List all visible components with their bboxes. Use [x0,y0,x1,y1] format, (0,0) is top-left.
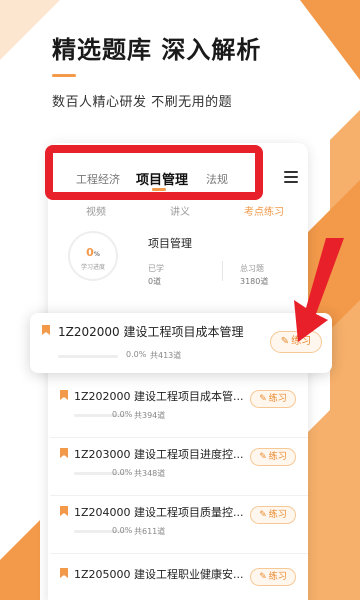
menu-icon[interactable] [284,171,298,183]
hero-subtitle: 数百人精心研发 不刷无用的题 [52,95,233,110]
total-value: 3180道 [240,277,269,286]
item-percent: 0.0% [112,410,133,419]
subtab-handout[interactable]: 讲义 [170,203,190,218]
bookmark-icon [60,568,68,578]
subject-title: 项目管理 [148,237,192,250]
item-count: 共394道 [134,411,166,420]
bookmark-icon [60,506,68,516]
total-label: 总习题 [240,264,264,273]
pencil-icon: ✎ [259,452,267,462]
subtab-practice[interactable]: 考点练习 [244,203,284,218]
content-subtabs: 视频 讲义 考点练习 [48,199,308,221]
item-count: 共611道 [134,527,166,536]
progress-value: 0 [86,246,94,259]
item-title: 1Z203000 建设工程项目进度控... [74,448,244,461]
pencil-icon: ✎ [259,572,267,582]
practice-button[interactable]: ✎ 练习 [250,448,296,466]
list-item[interactable]: 1Z202000 建设工程项目成本管... 0.0% 共394道 ✎ 练习 [50,380,308,438]
progress-label: 学习进度 [80,264,105,271]
featured-title: 1Z202000 建设工程项目成本管理 [58,325,244,339]
practice-button[interactable]: ✎ 练习 [250,390,296,408]
item-count: 共348道 [134,469,166,478]
bookmark-icon [60,390,68,400]
progress-ring: 0% 学习进度 [68,231,118,281]
list-item[interactable]: 1Z205000 建设工程职业健康安... ✎ 练习 [50,554,308,600]
item-percent: 0.0% [112,526,133,535]
featured-count: 共413道 [150,351,182,360]
arrow-icon [294,238,344,342]
featured-progress-bar [58,355,118,358]
list-item[interactable]: 1Z204000 建设工程项目质量控... 0.0% 共611道 ✎ 练习 [50,496,308,554]
hero-title: 精选题库 深入解析 [52,36,262,64]
progress-summary: 0% 学习进度 [48,223,308,293]
practice-button[interactable]: ✎ 练习 [250,506,296,524]
featured-percent: 0.0% [126,350,147,359]
learned-value: 0道 [148,277,162,286]
progress-unit: % [93,251,100,258]
list-item[interactable]: 1Z203000 建设工程项目进度控... 0.0% 共348道 ✎ 练习 [50,438,308,496]
item-title: 1Z205000 建设工程职业健康安... [74,568,244,581]
stat-divider [222,261,223,281]
tab-highlight-frame [45,145,263,200]
bookmark-icon [60,448,68,458]
item-title: 1Z204000 建设工程项目质量控... [74,506,244,519]
practice-button[interactable]: ✎ 练习 [250,568,296,586]
item-percent: 0.0% [112,468,133,477]
pencil-icon: ✎ [259,510,267,520]
bookmark-icon [42,325,50,335]
title-underline [52,74,76,77]
pencil-icon: ✎ [259,394,267,404]
subtab-video[interactable]: 视频 [86,203,106,218]
item-title: 1Z202000 建设工程项目成本管... [74,390,244,403]
learned-label: 已学 [148,264,164,273]
